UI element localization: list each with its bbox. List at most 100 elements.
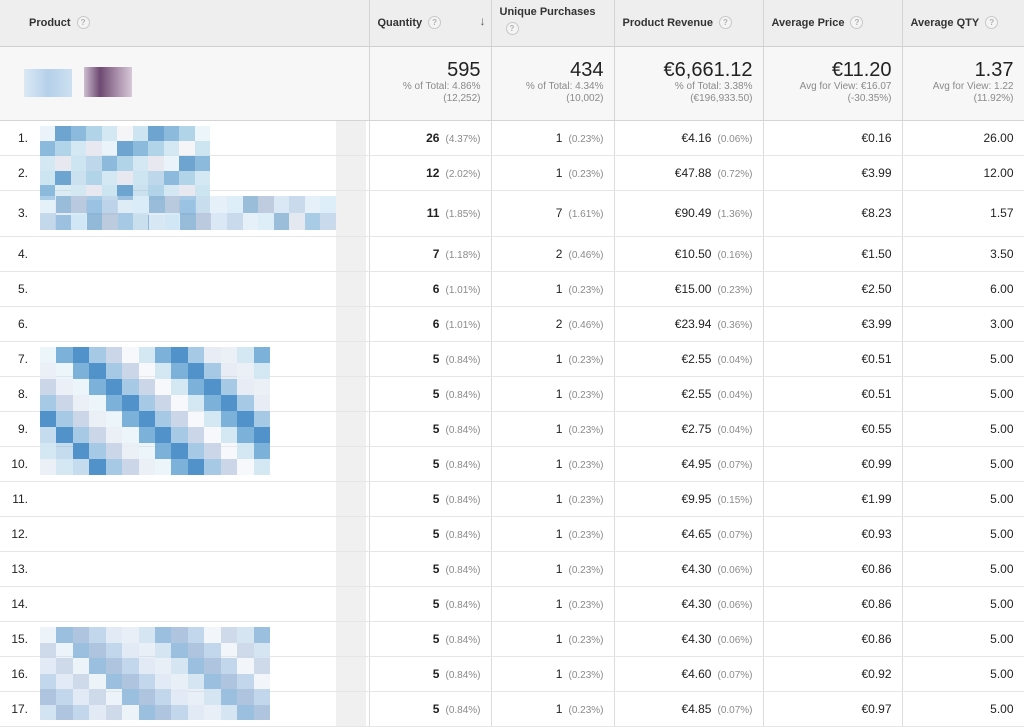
- help-icon[interactable]: ?: [850, 16, 864, 30]
- pixel-block: [122, 459, 139, 475]
- product-cell[interactable]: 11.: [0, 481, 370, 517]
- unique-purchases-value: 1: [555, 130, 563, 145]
- help-icon[interactable]: ?: [505, 22, 519, 35]
- product-cell[interactable]: 14.: [0, 586, 370, 622]
- product-cell[interactable]: 5.: [0, 271, 370, 307]
- help-icon[interactable]: ?: [428, 16, 442, 30]
- pixel-block: [40, 411, 57, 427]
- table-row[interactable]: 5. 6 (1.01%) 1 (0.23%) €15.00 (0.23%) €2.50…: [0, 271, 1024, 307]
- product-cell[interactable]: 4.: [0, 236, 370, 272]
- pixel-block: [237, 363, 254, 379]
- redacted-strip: [336, 306, 366, 341]
- average-qty-cell: 5.00: [902, 411, 1024, 447]
- pixel-block: [155, 443, 172, 459]
- column-header-average-qty[interactable]: Average QTY?: [902, 0, 1024, 47]
- pixel-block: [105, 443, 123, 459]
- unique-purchases-value: 7: [555, 206, 563, 220]
- unique-purchases-percent: (0.23%): [568, 599, 604, 611]
- unique-purchases-cell: 1 (0.23%): [491, 155, 615, 191]
- pixel-block: [195, 213, 212, 230]
- help-icon[interactable]: ?: [76, 16, 90, 30]
- table-row[interactable]: 11. 5 (0.84%) 1 (0.23%) €9.95 (0.15%) €1.99…: [0, 481, 1024, 517]
- average-qty-value: 5.00: [990, 491, 1014, 506]
- unique-purchases-cell: 1 (0.23%): [491, 120, 615, 156]
- row-index: 3.: [17, 206, 28, 220]
- help-icon[interactable]: ?: [718, 16, 732, 30]
- pixel-block: [171, 411, 188, 427]
- average-price-value: €0.16: [861, 130, 892, 145]
- pixel-block: [86, 126, 102, 141]
- pixel-block: [179, 126, 195, 141]
- quantity-percent: (2.02%): [445, 168, 481, 180]
- product-revenue-cell: €4.30 (0.06%): [614, 621, 764, 657]
- pixel-block: [171, 658, 188, 674]
- product-cell[interactable]: 12.: [0, 516, 370, 552]
- pixel-block: [101, 170, 118, 186]
- product-revenue-cell: €90.49 (1.36%): [614, 190, 764, 237]
- pixel-block: [220, 673, 238, 689]
- unique-purchases-cell: 1 (0.23%): [491, 411, 615, 447]
- pixel-block: [122, 642, 139, 658]
- quantity-cell: 5 (0.84%): [369, 376, 492, 412]
- pixel-block: [102, 213, 118, 230]
- average-price-cell: €0.86: [763, 621, 903, 657]
- pixel-block: [72, 673, 90, 689]
- pixel-block: [86, 213, 103, 230]
- average-qty-cell: 6.00: [902, 271, 1024, 307]
- total-base: (11.92%): [973, 92, 1014, 104]
- sort-descending-icon[interactable]: ↓: [480, 14, 486, 28]
- unique-purchases-percent: (0.23%): [568, 669, 604, 681]
- pixel-block: [89, 443, 106, 459]
- average-qty-value: 6.00: [990, 281, 1014, 296]
- column-header-product-revenue[interactable]: Product Revenue?: [614, 0, 764, 47]
- pixel-block: [138, 627, 155, 643]
- quantity-percent: (0.84%): [445, 494, 481, 506]
- quantity-value: 5: [432, 526, 440, 541]
- pixel-block: [155, 689, 172, 705]
- quantity-percent: (0.84%): [445, 634, 481, 646]
- pixel-block: [237, 411, 254, 427]
- column-header-label: Average QTY: [910, 16, 980, 29]
- product-revenue-cell: €4.30 (0.06%): [614, 586, 764, 622]
- unique-purchases-cell: 7 (1.61%): [491, 190, 615, 237]
- product-revenue-value: €4.16: [681, 130, 712, 145]
- quantity-value: 5: [432, 456, 440, 471]
- product-revenue-percent: (0.07%): [717, 704, 753, 716]
- product-revenue-percent: (0.07%): [717, 529, 753, 541]
- pixel-block: [40, 443, 57, 459]
- column-header-unique-purchases[interactable]: Unique Purchases?: [491, 0, 615, 47]
- column-header-product[interactable]: Product?: [0, 0, 370, 47]
- product-cell[interactable]: 6.: [0, 306, 370, 342]
- pixel-block: [72, 411, 90, 427]
- pixel-block: [72, 689, 90, 705]
- table-row[interactable]: 14. 5 (0.84%) 1 (0.23%) €4.30 (0.06%) €0.86…: [0, 586, 1024, 622]
- help-icon[interactable]: ?: [985, 16, 999, 30]
- table-row[interactable]: 13. 5 (0.84%) 1 (0.23%) €4.30 (0.06%) €0.86…: [0, 551, 1024, 587]
- average-qty-value: 5.00: [990, 421, 1014, 436]
- unique-purchases-value: 1: [555, 491, 563, 506]
- pixel-block: [220, 395, 238, 411]
- pixel-block: [163, 155, 180, 171]
- pixel-block: [253, 411, 270, 427]
- product-revenue-percent: (0.06%): [717, 133, 753, 145]
- product-cell[interactable]: 13.: [0, 551, 370, 587]
- redacted-strip: [336, 516, 366, 551]
- unique-purchases-percent: (0.23%): [568, 424, 604, 436]
- table-row[interactable]: 6. 6 (1.01%) 2 (0.46%) €23.94 (0.36%) €3.99…: [0, 306, 1024, 342]
- pixel-block: [187, 658, 205, 674]
- column-header-average-price[interactable]: Average Price?: [763, 0, 903, 47]
- pixel-block: [204, 673, 221, 689]
- pixel-block: [187, 627, 205, 643]
- quantity-cell: 5 (0.84%): [369, 551, 492, 587]
- pixel-block: [194, 126, 210, 141]
- quantity-value: 5: [432, 666, 440, 681]
- table-row[interactable]: 4. 7 (1.18%) 2 (0.46%) €10.50 (0.16%) €1.50…: [0, 236, 1024, 272]
- pixel-block: [56, 411, 73, 427]
- column-header-quantity[interactable]: Quantity? ↓: [369, 0, 492, 47]
- table-row[interactable]: 12. 5 (0.84%) 1 (0.23%) €4.65 (0.07%) €0.93…: [0, 516, 1024, 552]
- pixel-block: [204, 363, 221, 379]
- unique-purchases-value: 1: [555, 561, 563, 576]
- pixel-block: [138, 379, 155, 395]
- unique-purchases-value: 1: [555, 386, 563, 401]
- pixel-block: [56, 427, 73, 443]
